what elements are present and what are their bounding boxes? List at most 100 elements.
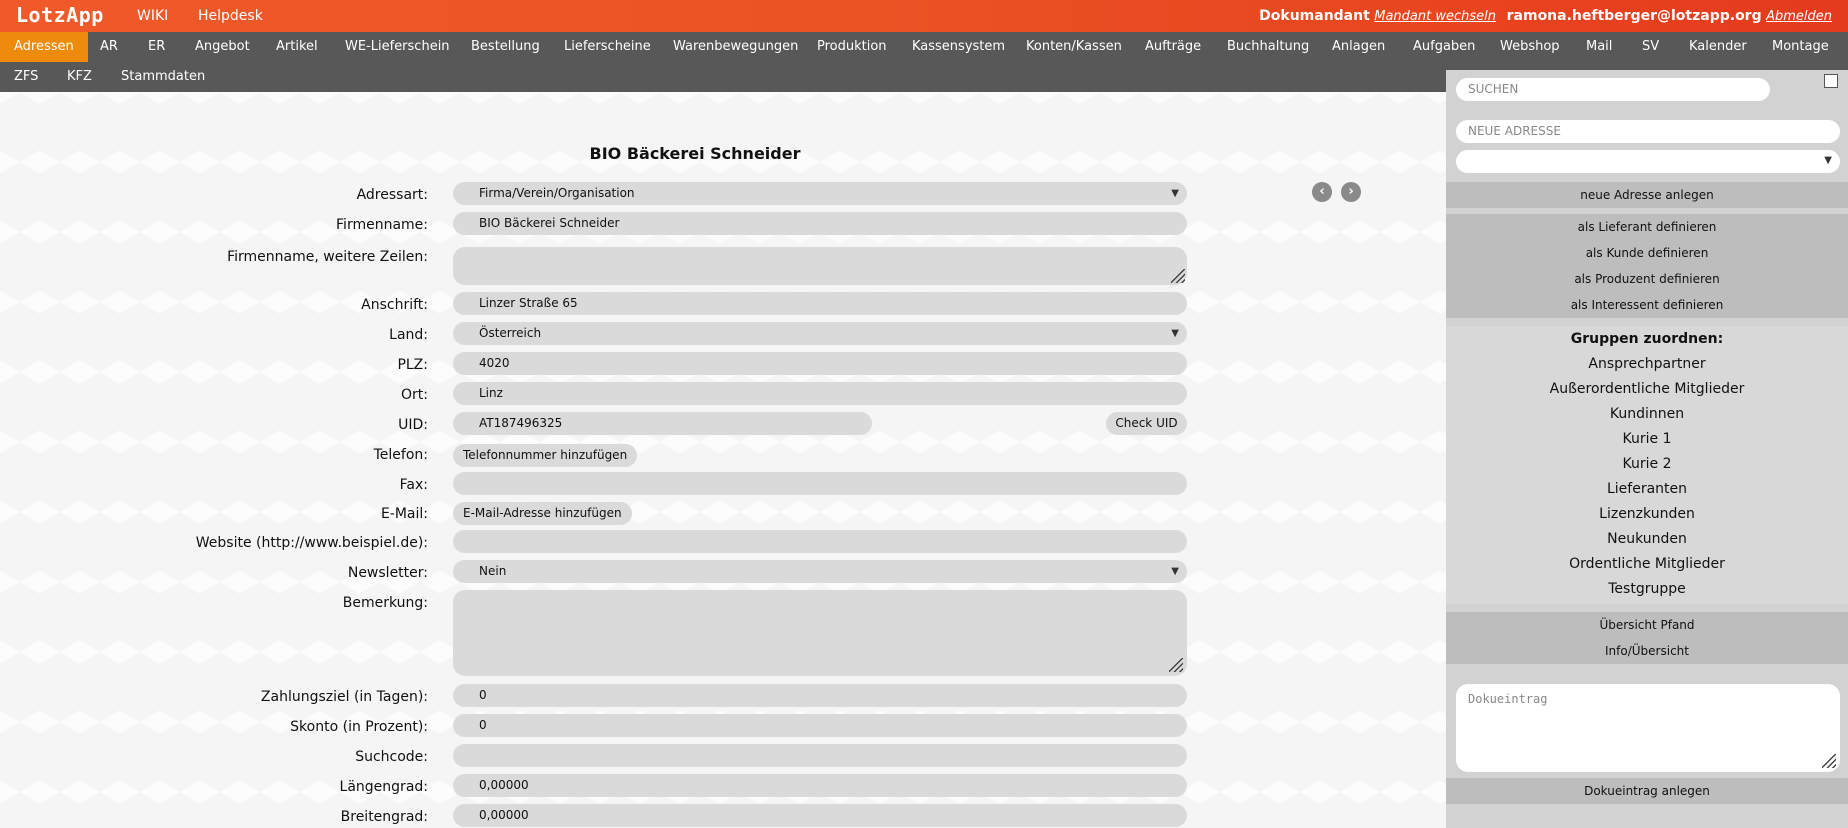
menu-item-kassensystem[interactable]: Kassensystem: [898, 32, 1019, 62]
group-item[interactable]: Außerordentliche Mitglieder: [1446, 381, 1848, 397]
menu-item-stammdaten[interactable]: Stammdaten: [107, 62, 219, 92]
adressart-value: Firma/Verein/Organisation: [479, 186, 635, 200]
label-breitengrad: Breitengrad:: [340, 809, 428, 825]
menu-item-sv[interactable]: SV: [1628, 32, 1673, 62]
group-item[interactable]: Lizenzkunden: [1446, 506, 1848, 522]
define-interessent-button[interactable]: als Interessent definieren: [1446, 292, 1848, 318]
info-overview-button[interactable]: Info/Übersicht: [1446, 638, 1848, 664]
label-zahlungsziel: Zahlungsziel (in Tagen):: [260, 689, 428, 705]
logout-link[interactable]: Abmelden: [1766, 9, 1832, 24]
menu-item-anlagen[interactable]: Anlagen: [1318, 32, 1399, 62]
groups-title: Gruppen zuordnen:: [1570, 331, 1724, 347]
menu-item-webshop[interactable]: Webshop: [1486, 32, 1574, 62]
group-item[interactable]: Ordentliche Mitglieder: [1446, 556, 1848, 572]
groups-block: Gruppen zuordnen: Ansprechpartner Außero…: [1446, 326, 1848, 604]
wiki-link[interactable]: WIKI: [137, 8, 168, 24]
fax-input[interactable]: [453, 472, 1187, 495]
previous-record-button[interactable]: ‹: [1312, 182, 1332, 202]
plz-input[interactable]: 4020: [453, 352, 1187, 375]
uid-input[interactable]: AT187496325: [453, 412, 872, 435]
adressart-select[interactable]: Firma/Verein/Organisation ▼: [453, 182, 1187, 205]
menu-item-adressen[interactable]: Adressen: [0, 32, 88, 62]
menu-item-konten-kassen[interactable]: Konten/Kassen: [1012, 32, 1136, 62]
create-address-button[interactable]: neue Adresse anlegen: [1446, 182, 1848, 208]
next-record-button[interactable]: ›: [1341, 182, 1361, 202]
menu-item-bestellung[interactable]: Bestellung: [457, 32, 554, 62]
menu-item-mail[interactable]: Mail: [1572, 32, 1626, 62]
app-logo[interactable]: LotzApp: [16, 3, 104, 27]
ort-input[interactable]: Linz: [453, 382, 1187, 405]
resize-handle-icon[interactable]: [1169, 658, 1183, 672]
chevron-down-icon: ▼: [1171, 188, 1179, 199]
newsletter-select[interactable]: Nein ▼: [453, 560, 1187, 583]
mandant-switch-link[interactable]: Mandant wechseln: [1374, 9, 1496, 24]
menu-item-we-lieferschein[interactable]: WE-Lieferschein: [331, 32, 464, 62]
mandant-info: Dokumandant Mandant wechseln: [1259, 8, 1496, 24]
define-produzent-button[interactable]: als Produzent definieren: [1446, 266, 1848, 292]
menu-item-buchhaltung[interactable]: Buchhaltung: [1213, 32, 1323, 62]
land-value: Österreich: [479, 326, 542, 340]
group-item[interactable]: Kurie 1: [1446, 431, 1848, 447]
bemerkung-textarea[interactable]: [453, 590, 1187, 676]
menu-item-kalender[interactable]: Kalender: [1675, 32, 1761, 62]
doc-create-block: Dokueintrag anlegen: [1446, 778, 1848, 804]
website-input[interactable]: [453, 530, 1187, 553]
menu-item-warenbewegungen[interactable]: Warenbewegungen: [659, 32, 812, 62]
group-item[interactable]: Kundinnen: [1446, 406, 1848, 422]
land-select[interactable]: Österreich ▼: [453, 322, 1187, 345]
label-adressart: Adressart:: [356, 187, 428, 203]
sidebar-checkbox[interactable]: [1824, 74, 1838, 88]
label-anschrift: Anschrift:: [361, 297, 428, 313]
menu-item-auftraege[interactable]: Aufträge: [1131, 32, 1215, 62]
menu-item-kfz[interactable]: KFZ: [53, 62, 106, 92]
skonto-input[interactable]: 0: [453, 714, 1187, 737]
overview-pfand-button[interactable]: Übersicht Pfand: [1446, 612, 1848, 638]
group-item[interactable]: Kurie 2: [1446, 456, 1848, 472]
chevron-down-icon: ▼: [1824, 155, 1832, 166]
breitengrad-input[interactable]: 0,00000: [453, 804, 1187, 827]
doc-entry-textarea[interactable]: Dokueintrag: [1456, 684, 1840, 772]
group-item[interactable]: Ansprechpartner: [1446, 356, 1848, 372]
add-email-button[interactable]: E-Mail-Adresse hinzufügen: [453, 502, 632, 525]
define-lieferant-button[interactable]: als Lieferant definieren: [1446, 214, 1848, 240]
label-firmenname-weitere: Firmenname, weitere Zeilen:: [227, 249, 428, 265]
menu-item-ar[interactable]: AR: [86, 32, 132, 62]
mandant-name: Dokumandant: [1259, 8, 1370, 24]
group-item[interactable]: Neukunden: [1446, 531, 1848, 547]
menu-item-zfs[interactable]: ZFS: [0, 62, 52, 92]
doc-entry-create-button[interactable]: Dokueintrag anlegen: [1446, 778, 1848, 804]
helpdesk-link[interactable]: Helpdesk: [198, 8, 263, 24]
label-website: Website (http://www.beispiel.de):: [195, 535, 428, 551]
menu-item-produktion[interactable]: Produktion: [803, 32, 901, 62]
label-telefon: Telefon:: [373, 447, 428, 463]
resize-handle-icon[interactable]: [1822, 754, 1836, 768]
add-phone-button[interactable]: Telefonnummer hinzufügen: [453, 444, 638, 467]
firmenname-weitere-textarea[interactable]: [453, 247, 1187, 285]
menu-item-lieferscheine[interactable]: Lieferscheine: [550, 32, 665, 62]
label-firmenname: Firmenname:: [336, 217, 428, 233]
group-item[interactable]: Lieferanten: [1446, 481, 1848, 497]
resize-handle-icon[interactable]: [1171, 269, 1185, 283]
page-title: BIO Bäckerei Schneider: [589, 144, 801, 163]
search-input[interactable]: SUCHEN: [1456, 78, 1770, 101]
label-ort: Ort:: [401, 387, 428, 403]
menu-item-montage[interactable]: Montage: [1758, 32, 1843, 62]
menu-item-angebot[interactable]: Angebot: [181, 32, 264, 62]
label-uid: UID:: [398, 417, 428, 433]
anschrift-input[interactable]: Linzer Straße 65: [453, 292, 1187, 315]
suchcode-input[interactable]: [453, 744, 1187, 767]
laengengrad-input[interactable]: 0,00000: [453, 774, 1187, 797]
define-kunde-button[interactable]: als Kunde definieren: [1446, 240, 1848, 266]
menu-item-er[interactable]: ER: [134, 32, 179, 62]
zahlungsziel-input[interactable]: 0: [453, 684, 1187, 707]
newsletter-value: Nein: [479, 564, 507, 578]
group-item[interactable]: Testgruppe: [1446, 581, 1848, 597]
new-address-input[interactable]: NEUE ADRESSE: [1456, 120, 1840, 143]
menu-item-artikel[interactable]: Artikel: [262, 32, 332, 62]
label-email: E-Mail:: [380, 506, 428, 522]
firmenname-input[interactable]: BIO Bäckerei Schneider: [453, 212, 1187, 235]
label-suchcode: Suchcode:: [355, 749, 428, 765]
check-uid-button[interactable]: Check UID: [1106, 412, 1187, 435]
menu-item-aufgaben[interactable]: Aufgaben: [1399, 32, 1489, 62]
address-type-select[interactable]: ▼: [1456, 150, 1840, 173]
